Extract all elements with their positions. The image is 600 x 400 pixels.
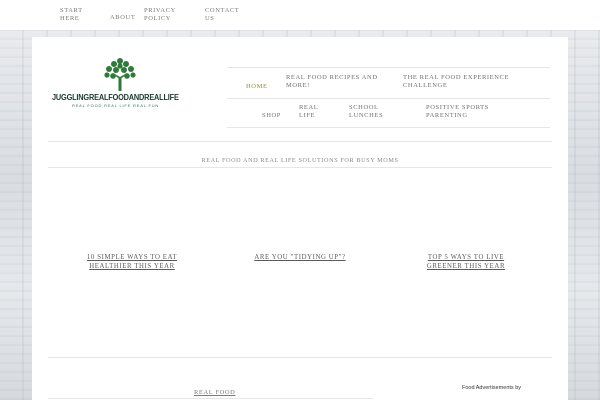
post-title-line2: HEALTHIER THIS YEAR	[89, 263, 175, 270]
nav-label-line2: PARENTING	[426, 112, 468, 119]
nav-label-line1: THE REAL FOOD EXPERIENCE	[403, 74, 510, 81]
top-nav-label-line2: HERE	[60, 15, 80, 22]
site-logo[interactable]: JUGGLINGREALFOODANDREALLIFE REAL FOOD RE…	[50, 55, 190, 113]
nav-label-line1: SCHOOL	[349, 104, 379, 111]
top-nav-label-line1: START	[60, 7, 83, 14]
nav-label-line2: MORE!	[286, 82, 310, 89]
nav-label-line2: LIFE	[299, 112, 316, 119]
nav-label-line2: LUNCHES	[349, 112, 384, 119]
posts-bottom-divider	[48, 357, 552, 358]
top-nav-privacy-policy[interactable]: PRIVACY POLICY	[144, 7, 176, 23]
nav-top-divider	[227, 67, 550, 68]
nav-label-line2: CHALLENGE	[403, 82, 448, 89]
tree-icon	[104, 58, 136, 91]
nav-label-line1: POSITIVE SPORTS	[426, 104, 489, 111]
top-nav-contact-us[interactable]: CONTACT US	[205, 7, 239, 23]
featured-post-live-greener[interactable]: TOP 5 WAYS TO LIVE GREENER THIS YEAR	[412, 253, 520, 271]
tagline-divider	[48, 167, 552, 168]
nav-label-line1: REAL FOOD RECIPES AND	[286, 74, 378, 81]
top-nav-label-line1: PRIVACY	[144, 7, 176, 14]
top-nav-start-here[interactable]: START HERE	[60, 7, 83, 23]
nav-real-life[interactable]: REAL LIFE	[299, 104, 318, 120]
nav-label-line1: REAL	[299, 104, 319, 111]
nav-shop[interactable]: SHOP	[262, 112, 281, 120]
featured-post-tidying-up[interactable]: ARE YOU "TIDYING UP"?	[244, 253, 356, 262]
nav-label-line1: HOME	[246, 83, 268, 90]
nav-school-lunches[interactable]: SCHOOL LUNCHES	[349, 104, 383, 120]
top-nav-label-line2: POLICY	[144, 15, 172, 22]
nav-label-line1: SHOP	[262, 112, 282, 119]
nav-bottom-divider	[227, 127, 550, 128]
logo-wordmark: JUGGLINGREALFOODANDREALLIFE	[52, 93, 179, 102]
category-real-food[interactable]: REAL FOOD	[194, 389, 235, 396]
top-nav-label-line1: CONTACT	[205, 7, 240, 14]
site-tagline: REAL FOOD AND REAL LIFE SOLUTIONS FOR BU…	[201, 157, 399, 164]
nav-real-food-experience-challenge[interactable]: THE REAL FOOD EXPERIENCE CHALLENGE	[403, 74, 509, 90]
top-bar: START HERE ABOUT PRIVACY POLICY CONTACT …	[0, 0, 600, 30]
nav-home[interactable]: HOME	[246, 83, 268, 91]
post-title-line1: TOP 5 WAYS TO LIVE	[427, 254, 505, 261]
logo-tagline: REAL FOOD REAL LIFE REAL FUN	[72, 103, 160, 108]
featured-post-eat-healthier[interactable]: 10 SIMPLE WAYS TO EAT HEALTHIER THIS YEA…	[80, 253, 184, 271]
top-nav-label-line1: ABOUT	[110, 14, 136, 21]
top-nav-label-line2: US	[205, 15, 215, 22]
post-title-line1: ARE YOU "TIDYING UP"?	[254, 254, 346, 261]
category-underline	[48, 398, 373, 399]
post-title-line2: GREENER THIS YEAR	[426, 263, 506, 270]
ads-label: Food Advertisements by	[462, 385, 522, 391]
top-nav-about[interactable]: ABOUT	[110, 14, 135, 22]
nav-mid-divider	[227, 98, 550, 99]
header-divider	[48, 141, 552, 142]
nav-real-food-recipes[interactable]: REAL FOOD RECIPES AND MORE!	[286, 74, 378, 90]
nav-positive-sports-parenting[interactable]: POSITIVE SPORTS PARENTING	[426, 104, 489, 120]
post-title-line1: 10 SIMPLE WAYS TO EAT	[86, 254, 178, 261]
